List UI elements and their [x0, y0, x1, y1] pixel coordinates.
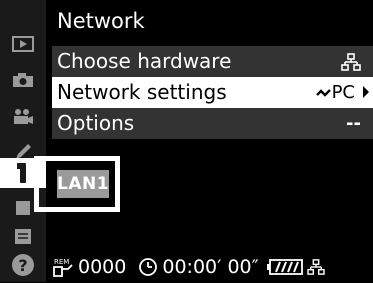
network-settings-value: PC — [315, 79, 355, 106]
camera-icon — [13, 73, 33, 87]
help-icon: ? — [12, 254, 34, 276]
menu-item-label: Options — [57, 111, 135, 135]
playback-tab[interactable] — [0, 26, 46, 62]
menu-item-choose-hardware[interactable]: Choose hardware — [52, 46, 373, 77]
interval-timer: 00:00′ 00″ — [138, 256, 259, 278]
network-status — [307, 259, 325, 275]
movie-shooting-tab[interactable] — [0, 98, 46, 134]
wrench-icon — [17, 163, 26, 183]
network-settings-text: PC — [331, 82, 355, 103]
shots-count: 0000 — [78, 256, 127, 278]
menu-item-label: Network settings — [57, 80, 227, 104]
my-menu-icon — [15, 229, 31, 244]
wireless-pc-icon — [315, 88, 331, 97]
menu-item-options[interactable]: Options -- — [52, 108, 373, 139]
menu-item-network-settings[interactable]: Network settings PC — [52, 77, 373, 108]
movie-icon — [14, 109, 33, 124]
wired-lan-icon — [341, 52, 361, 71]
submenu-arrow-icon — [363, 86, 369, 98]
options-value: -- — [346, 113, 361, 134]
svg-text:?: ? — [18, 256, 27, 275]
rem-counter-icon: REM — [53, 258, 73, 277]
clock-icon — [139, 258, 158, 276]
page-title: Network — [57, 9, 145, 33]
status-bar: REM 0000 00:00′ 00″ — [52, 252, 373, 282]
shots-remaining: REM 0000 — [52, 256, 126, 278]
photo-shooting-tab[interactable] — [0, 62, 46, 98]
retouch-icon — [16, 201, 30, 215]
playback-icon — [12, 36, 34, 52]
profile-badge[interactable]: LAN1 — [57, 170, 109, 198]
choose-hardware-value — [341, 48, 361, 75]
profile-badge-label: LAN1 — [56, 174, 110, 194]
wired-lan-icon — [307, 259, 325, 275]
menu-sidebar: ? — [0, 0, 46, 282]
timer-value: 00:00′ 00″ — [162, 256, 259, 278]
menu-item-label: Choose hardware — [57, 49, 232, 73]
help-tab[interactable]: ? — [0, 247, 46, 283]
svg-text:REM: REM — [54, 258, 69, 266]
battery-indicator — [266, 259, 303, 275]
battery-icon — [266, 259, 303, 275]
